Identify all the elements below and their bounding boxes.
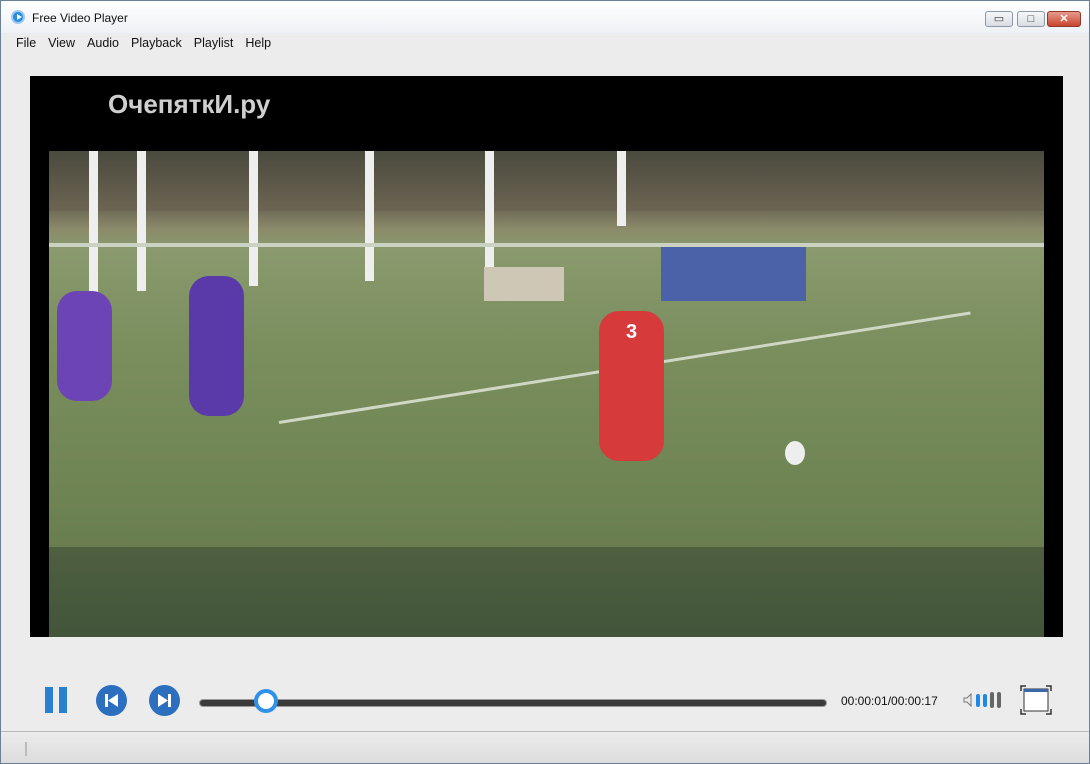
window-title: Free Video Player	[32, 11, 128, 25]
fence-post	[249, 151, 258, 286]
minimize-button[interactable]: ▭	[985, 11, 1013, 27]
status-bar	[1, 731, 1089, 763]
skip-back-icon	[105, 694, 118, 707]
background-trees	[49, 151, 1044, 211]
app-icon	[11, 10, 25, 24]
seek-thumb[interactable]	[254, 689, 279, 713]
menu-file[interactable]: File	[10, 33, 42, 55]
fullscreen-button[interactable]	[1020, 685, 1052, 715]
fence-post	[617, 151, 626, 226]
menu-playlist[interactable]: Playlist	[188, 33, 240, 55]
next-button[interactable]	[149, 685, 180, 716]
video-watermark: ОчепяткИ.ру	[108, 89, 271, 119]
minimize-icon: ▭	[993, 13, 1005, 25]
menu-help[interactable]: Help	[239, 33, 277, 55]
playback-controls: 00:00:01/00:00:17	[1, 671, 1089, 731]
menu-playback[interactable]: Playback	[125, 33, 188, 55]
pause-button[interactable]	[45, 687, 67, 713]
player-red: 3	[599, 311, 664, 461]
app-window: Free Video Player ▭ □ ✕ File View Audio …	[0, 0, 1090, 764]
time-display: 00:00:01/00:00:17	[841, 694, 938, 708]
fullscreen-icon	[1020, 685, 1052, 715]
previous-button[interactable]	[96, 685, 127, 716]
fence-post	[485, 151, 494, 276]
bench	[484, 267, 564, 301]
menu-audio[interactable]: Audio	[81, 33, 125, 55]
video-frame: 3	[49, 151, 1044, 637]
volume-control[interactable]	[963, 691, 1001, 709]
menu-view[interactable]: View	[42, 33, 81, 55]
close-icon: ✕	[1059, 13, 1069, 25]
volume-level-bar[interactable]	[983, 693, 987, 707]
goal-post	[137, 151, 146, 291]
fence-post	[365, 151, 374, 281]
volume-level-bar[interactable]	[976, 693, 980, 707]
menu-bar: File View Audio Playback Playlist Help	[1, 33, 1089, 55]
maximize-button[interactable]: □	[1017, 11, 1045, 27]
shadow	[49, 547, 1044, 637]
volume-level-bar[interactable]	[997, 692, 1001, 708]
player-purple	[57, 291, 112, 401]
player-purple	[189, 276, 244, 416]
maximize-icon: □	[1027, 13, 1035, 25]
status-grip	[25, 742, 27, 756]
goal-post	[89, 151, 98, 296]
close-button[interactable]: ✕	[1047, 11, 1081, 27]
title-bar: Free Video Player ▭ □ ✕	[1, 1, 1089, 33]
ball	[785, 441, 805, 465]
video-display[interactable]: ОчепяткИ.ру 3	[30, 76, 1063, 637]
jersey-number: 3	[625, 321, 638, 343]
banner	[661, 247, 806, 301]
speaker-icon	[963, 693, 972, 707]
skip-forward-icon	[158, 694, 171, 707]
seek-bar[interactable]	[199, 699, 827, 707]
volume-level-bar[interactable]	[990, 692, 994, 708]
fence-rail	[49, 243, 1044, 247]
